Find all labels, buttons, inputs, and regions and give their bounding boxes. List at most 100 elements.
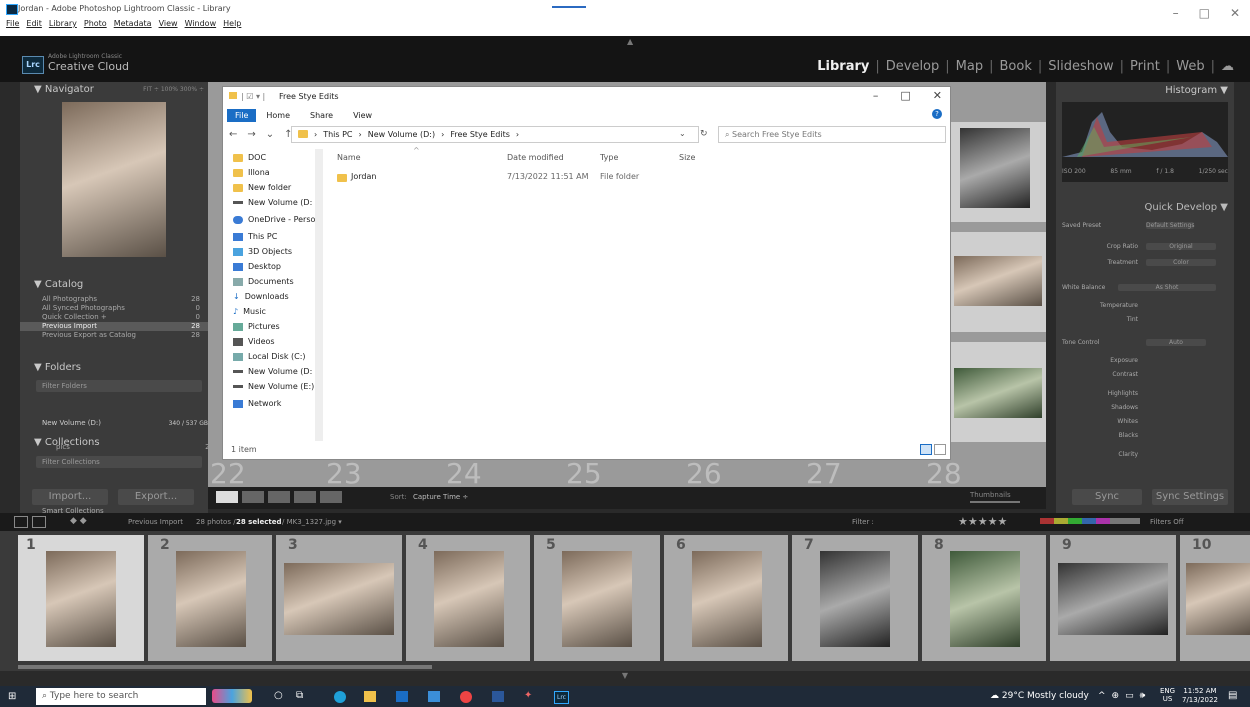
search-highlight-icon[interactable] bbox=[212, 689, 252, 703]
filmstrip-cell[interactable]: 8 bbox=[922, 535, 1046, 661]
nav-item-3d-objects[interactable]: 3D Objects bbox=[233, 244, 321, 259]
catalog-header[interactable]: ▼ Catalog bbox=[20, 277, 222, 293]
export-button[interactable]: Export... bbox=[118, 489, 194, 505]
network-status-icon[interactable]: ⊕ bbox=[1112, 691, 1120, 701]
filmstrip-cell[interactable]: 2 bbox=[148, 535, 272, 661]
address-bar[interactable]: › This PC › New Volume (D:) › Free Stye Ed… bbox=[291, 126, 699, 143]
task-view-icon[interactable]: ⧉ bbox=[296, 690, 303, 701]
temperature-row[interactable]: Temperature bbox=[1062, 302, 1228, 313]
column-type[interactable]: Type bbox=[600, 153, 618, 162]
catalog-item[interactable]: All Synced Photographs 0 bbox=[20, 304, 208, 313]
tint-row[interactable]: Tint bbox=[1062, 316, 1228, 327]
loupe-view-icon[interactable] bbox=[242, 491, 264, 503]
edge-browser-icon[interactable] bbox=[334, 691, 346, 703]
grid-cell[interactable] bbox=[950, 232, 1046, 332]
clarity-row[interactable]: Clarity bbox=[1062, 451, 1228, 462]
menu-help[interactable]: Help bbox=[223, 19, 241, 28]
lightroom-taskbar-icon[interactable]: Lrc bbox=[554, 691, 569, 704]
nav-item-doc[interactable]: DOC bbox=[233, 150, 321, 165]
main-window-icon[interactable] bbox=[14, 516, 28, 528]
details-view-icon[interactable] bbox=[920, 444, 932, 455]
address-dropdown-icon[interactable]: ⌄ bbox=[679, 129, 686, 138]
nav-item-downloads[interactable]: ↓ Downloads bbox=[233, 289, 321, 304]
crop-ratio-dropdown[interactable]: Original bbox=[1146, 243, 1216, 250]
catalog-item[interactable]: All Photographs 28 bbox=[20, 295, 208, 304]
nav-item-videos[interactable]: Videos bbox=[233, 334, 321, 349]
nav-item-this-pc[interactable]: This PC bbox=[233, 229, 321, 244]
column-size[interactable]: Size bbox=[679, 153, 695, 162]
thumbnail-image[interactable] bbox=[950, 551, 1020, 647]
color-label-filter[interactable] bbox=[1040, 518, 1140, 524]
nav-item-network[interactable]: Network bbox=[233, 396, 321, 411]
taskbar-search-box[interactable]: ⌕ Type here to search bbox=[36, 688, 206, 705]
explorer-close-button[interactable]: ✕ bbox=[933, 89, 942, 102]
thumbnail-size-slider[interactable] bbox=[970, 501, 1020, 503]
contrast-row[interactable]: Contrast bbox=[1062, 371, 1228, 382]
navigator-header[interactable]: ▼ Navigator FIT ÷ 100% 300% ÷ bbox=[20, 82, 208, 98]
filmstrip-cell[interactable]: 10 bbox=[1180, 535, 1250, 661]
thumbnail-image[interactable] bbox=[434, 551, 504, 647]
filmstrip-cell[interactable]: 4 bbox=[406, 535, 530, 661]
breadcrumb-this-pc[interactable]: This PC bbox=[323, 127, 352, 142]
navigator-preview[interactable] bbox=[62, 102, 166, 257]
folders-header[interactable]: ▼ Folders+ bbox=[20, 360, 222, 376]
refresh-icon[interactable]: ↻ bbox=[700, 129, 708, 139]
nav-pane-scrollbar[interactable] bbox=[315, 149, 323, 441]
thumbnail-image[interactable] bbox=[954, 368, 1042, 418]
nav-item-desktop[interactable]: Desktop bbox=[233, 259, 321, 274]
back-forward-arrows-icon[interactable]: ◆ ◆ bbox=[70, 516, 87, 526]
app-pin-icon[interactable]: ✦ bbox=[524, 690, 532, 701]
collapse-bottom-arrow-icon[interactable]: ▼ bbox=[0, 671, 1250, 686]
nav-item-pictures[interactable]: Pictures bbox=[233, 319, 321, 334]
nav-item-new-volume-e[interactable]: New Volume (E:) bbox=[233, 379, 321, 394]
module-print[interactable]: Print bbox=[1124, 59, 1166, 74]
clock[interactable]: 11:52 AM 7/13/2022 bbox=[1182, 687, 1218, 705]
second-window-icon[interactable] bbox=[32, 516, 46, 528]
shadows-row[interactable]: Shadows bbox=[1062, 404, 1228, 415]
module-develop[interactable]: Develop bbox=[880, 59, 946, 74]
menu-metadata[interactable]: Metadata bbox=[114, 19, 152, 28]
module-book[interactable]: Book bbox=[994, 59, 1038, 74]
tray-chevron-icon[interactable]: ^ bbox=[1098, 691, 1106, 701]
filters-off-dropdown[interactable]: Filters Off bbox=[1150, 518, 1184, 526]
exposure-row[interactable]: Exposure bbox=[1062, 357, 1228, 368]
column-date-modified[interactable]: Date modified bbox=[507, 153, 564, 162]
sort-dropdown[interactable]: Capture Time ÷ bbox=[413, 493, 468, 501]
thumbnail-image[interactable] bbox=[284, 563, 394, 635]
treatment-dropdown[interactable]: Color bbox=[1146, 259, 1216, 266]
filmstrip-cell[interactable]: 3 bbox=[276, 535, 402, 661]
notifications-icon[interactable]: ▤ bbox=[1228, 690, 1237, 701]
menu-file[interactable]: File bbox=[6, 19, 19, 28]
filmstrip-scrollbar[interactable] bbox=[18, 665, 432, 669]
forward-arrow-icon[interactable]: → bbox=[247, 129, 255, 140]
language-indicator[interactable]: ENG US bbox=[1160, 687, 1175, 703]
search-input[interactable]: ⌕ Search Free Stye Edits bbox=[718, 126, 946, 143]
catalog-item[interactable]: Previous Export as Catalog 28 bbox=[20, 331, 208, 340]
cortana-icon[interactable]: ○ bbox=[274, 690, 283, 701]
menu-window[interactable]: Window bbox=[185, 19, 217, 28]
quick-develop-header[interactable]: Quick Develop ▼ bbox=[1145, 202, 1229, 213]
thumbnail-image[interactable] bbox=[960, 128, 1030, 208]
filmstrip-cell[interactable]: 7 bbox=[792, 535, 918, 661]
weather-widget[interactable]: ☁ 29°C Mostly cloudy bbox=[990, 691, 1089, 701]
tab-home[interactable]: Home bbox=[256, 109, 300, 122]
survey-view-icon[interactable] bbox=[294, 491, 316, 503]
thumbnail-image[interactable] bbox=[820, 551, 890, 647]
whites-row[interactable]: Whites bbox=[1062, 418, 1228, 429]
explorer-minimize-button[interactable]: – bbox=[873, 89, 879, 102]
column-name[interactable]: Name bbox=[337, 153, 361, 162]
grid-cell[interactable] bbox=[950, 342, 1046, 442]
thumbnail-image[interactable] bbox=[46, 551, 116, 647]
blacks-row[interactable]: Blacks bbox=[1062, 432, 1228, 443]
grid-cell[interactable] bbox=[950, 122, 1046, 222]
thumbnail-image[interactable] bbox=[562, 551, 632, 647]
maximize-button[interactable]: □ bbox=[1199, 6, 1210, 20]
chrome-icon[interactable] bbox=[460, 691, 472, 703]
filmstrip-cell[interactable]: 6 bbox=[664, 535, 788, 661]
filmstrip-cell[interactable]: 5 bbox=[534, 535, 660, 661]
white-balance-dropdown[interactable]: As Shot bbox=[1118, 284, 1216, 291]
thumbnail-image[interactable] bbox=[1186, 563, 1250, 635]
store-icon[interactable] bbox=[396, 691, 408, 702]
file-explorer-icon[interactable] bbox=[364, 691, 376, 702]
tab-view[interactable]: View bbox=[343, 109, 382, 122]
